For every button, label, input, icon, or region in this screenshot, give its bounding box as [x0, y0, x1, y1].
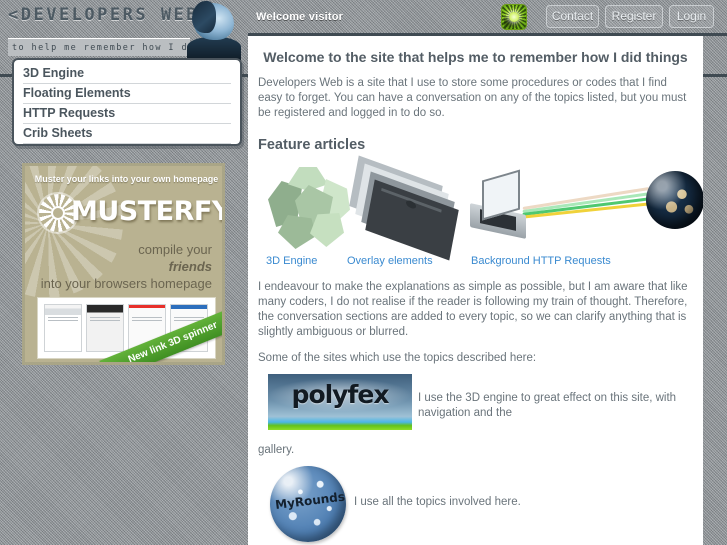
author-portrait — [186, 0, 242, 60]
banner-line-1: compile your — [138, 242, 212, 257]
banner-line-3: into your browsers homepage — [40, 276, 212, 291]
musterfy-advert[interactable]: Muster your links into your own homepage… — [22, 163, 225, 365]
banner-tagline-top: Muster your links into your own homepage — [34, 174, 219, 184]
explanation-paragraph: I endeavour to make the explanations as … — [258, 281, 688, 338]
banner-brand: MUSTERFY — [71, 196, 225, 227]
stacked-panes-icon[interactable] — [349, 155, 460, 261]
dodecahedron-icon[interactable] — [268, 167, 350, 249]
globe-icon — [646, 171, 703, 229]
portrait-hair — [192, 1, 216, 33]
feature-articles-strip: 3D Engine Overlay elements Background HT… — [258, 155, 703, 269]
myrounds-logo-text: MyRounds — [274, 489, 346, 512]
main-navigation: 3D Engine Floating Elements HTTP Request… — [12, 58, 242, 146]
feature-caption-3d-engine[interactable]: 3D Engine — [266, 255, 317, 267]
nav-item-http-requests[interactable]: HTTP Requests — [23, 104, 231, 124]
sunburst-spinner-icon[interactable] — [501, 4, 527, 30]
nav-item-floating-elements[interactable]: Floating Elements — [23, 84, 231, 104]
site-tagline: to help me remember how I did it — [8, 38, 190, 56]
feature-caption-overlay-elements[interactable]: Overlay elements — [347, 255, 433, 267]
sites-intro-paragraph: Some of the sites which use the topics d… — [258, 352, 537, 364]
site-logo-title: <DEVELOPERS WEB> — [8, 5, 212, 25]
site-entry-polyfex: polyfex I use the 3D engine to great eff… — [258, 374, 693, 432]
contact-button[interactable]: Contact — [546, 5, 599, 28]
thumbnail-2 — [86, 304, 124, 352]
page-title: Welcome to the site that helps me to rem… — [263, 49, 688, 65]
myrounds-description: I use all the topics involved here. — [354, 496, 521, 508]
nav-item-crib-sheets[interactable]: Crib Sheets — [23, 124, 231, 144]
portrait-shoulders — [187, 37, 241, 60]
polyfex-description: I use the 3D engine to great effect on t… — [418, 392, 677, 419]
polyfex-logo[interactable]: polyfex — [268, 374, 412, 430]
feature-articles-heading: Feature articles — [258, 137, 366, 153]
register-button[interactable]: Register — [605, 5, 663, 28]
feature-caption-background-http-requests[interactable]: Background HTTP Requests — [471, 255, 611, 267]
site-logo[interactable]: <DEVELOPERS WEB> to help me remember how… — [0, 0, 250, 60]
myrounds-logo[interactable]: MyRounds — [270, 466, 346, 542]
polyfex-logo-text: polyfex — [291, 380, 390, 409]
banner-line-2: friends — [168, 259, 212, 274]
site-entry-myrounds: MyRounds I use all the topics involved h… — [258, 466, 693, 542]
laptop-globe-icon[interactable] — [468, 165, 703, 253]
login-button[interactable]: Login — [669, 5, 714, 28]
main-content-panel: Welcome to the site that helps me to rem… — [248, 36, 703, 545]
intro-paragraph: Developers Web is a site that I use to s… — [258, 77, 687, 119]
nav-item-3d-engine[interactable]: 3D Engine — [23, 64, 231, 84]
polyfex-description-continued: gallery. — [258, 444, 295, 456]
welcome-message: Welcome visitor — [256, 11, 344, 23]
thumbnail-1 — [44, 304, 82, 352]
sunburst-core — [509, 12, 519, 22]
